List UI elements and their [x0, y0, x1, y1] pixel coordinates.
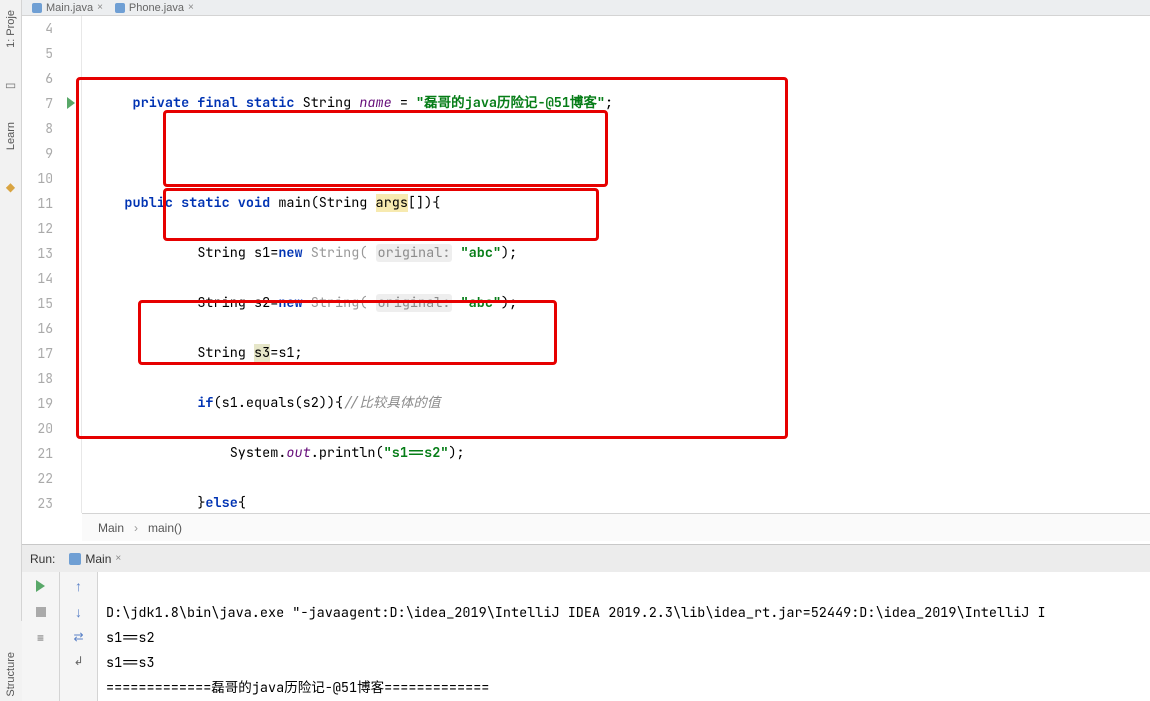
app-icon: [69, 553, 81, 565]
tool-window-learn[interactable]: Learn: [5, 122, 17, 150]
run-gutter-icon[interactable]: [67, 97, 75, 109]
editor-tabs: Main.java × Phone.java ×: [22, 0, 1150, 16]
arrow-up-icon: ↑: [75, 578, 82, 594]
run-tab-label: Main: [85, 552, 111, 566]
code-kw: new: [278, 294, 310, 312]
code-text: System.: [230, 444, 287, 462]
code-kw: private final static: [133, 94, 303, 112]
code-text: =s1;: [270, 344, 302, 362]
code-text: String s2=: [197, 294, 278, 312]
chevron-right-icon: ›: [134, 521, 138, 535]
code-text: String: [197, 344, 254, 362]
code-text: (s1.equals(s2)){: [214, 394, 344, 412]
run-actions-primary: ≡: [22, 572, 60, 701]
learn-icon: ◆: [6, 180, 15, 194]
code-text: {: [238, 494, 246, 512]
run-label: Run:: [30, 552, 55, 566]
editor-body[interactable]: private final static String name = "磊哥的j…: [82, 16, 1150, 513]
java-file-icon: [115, 3, 125, 13]
code-kw: else: [205, 494, 237, 512]
layout-button[interactable]: ≡: [33, 630, 49, 646]
console-line: s1==s2: [106, 629, 155, 647]
rerun-button[interactable]: [33, 578, 49, 594]
console-line: s1==s3: [106, 654, 155, 672]
breadcrumb[interactable]: Main › main(): [82, 513, 1150, 541]
stop-icon: [36, 607, 46, 617]
run-tool-window-header: Run: Main ×: [22, 544, 1150, 572]
tool-window-structure[interactable]: Structure: [5, 652, 17, 697]
soft-wrap-button[interactable]: ↲: [73, 654, 83, 668]
code-string: "abc": [461, 294, 502, 312]
code-text: );: [501, 244, 517, 262]
tab-label: Main.java: [46, 1, 93, 15]
arrow-down-icon: ↓: [75, 604, 82, 620]
code-field: name: [359, 94, 391, 112]
run-tool-window: ≡ ↑ ↓ ⇄ ↲ D:\jdk1.8\bin\java.exe "-javaa…: [22, 572, 1150, 701]
console-output[interactable]: D:\jdk1.8\bin\java.exe "-javaagent:D:\id…: [98, 572, 1150, 701]
code-field: out: [286, 444, 310, 462]
code-text: String(: [311, 244, 376, 262]
sync-button[interactable]: ⇄: [73, 630, 83, 644]
scroll-up-button[interactable]: ↑: [75, 578, 82, 594]
parameter-hint: original:: [376, 294, 453, 312]
console-line: D:\jdk1.8\bin\java.exe "-javaagent:D:\id…: [106, 604, 1046, 622]
code-text: =: [392, 94, 416, 112]
run-config-tab[interactable]: Main ×: [69, 552, 121, 566]
code-hl: s3: [254, 344, 270, 362]
java-file-icon: [32, 3, 42, 13]
tab-label: Phone.java: [129, 1, 184, 15]
tab-phone-java[interactable]: Phone.java ×: [111, 1, 198, 15]
code-text: []){: [408, 194, 440, 212]
code-text: );: [501, 294, 517, 312]
sync-icon: ⇄: [73, 630, 83, 644]
code-kw: new: [278, 244, 310, 262]
code-text: String: [303, 94, 360, 112]
code-text: main(String: [278, 194, 375, 212]
code-comment: //比较具体的值: [343, 394, 440, 412]
code-text: String(: [311, 294, 376, 312]
code-kw: public static void: [124, 194, 278, 212]
scroll-down-button[interactable]: ↓: [75, 604, 82, 620]
stop-button[interactable]: [33, 604, 49, 620]
close-icon[interactable]: ×: [115, 553, 121, 564]
code-kw: if: [197, 394, 213, 412]
code-text: ;: [605, 94, 613, 112]
wrap-icon: ↲: [73, 654, 83, 668]
tool-window-project[interactable]: 1: Proje: [5, 10, 17, 48]
code-text: .println(: [311, 444, 384, 462]
layout-icon: ≡: [37, 631, 44, 645]
code-text: );: [448, 444, 464, 462]
code-text: String s1=: [197, 244, 278, 262]
code-string: "abc": [461, 244, 502, 262]
parameter-hint: original:: [376, 244, 453, 262]
breadcrumb-method[interactable]: main(): [148, 521, 182, 535]
tab-main-java[interactable]: Main.java ×: [28, 1, 107, 15]
folder-icon: ▭: [5, 78, 16, 92]
console-line: =============磊哥的java历险记-@51博客===========…: [106, 679, 489, 697]
close-icon[interactable]: ×: [97, 1, 103, 15]
close-icon[interactable]: ×: [188, 1, 194, 15]
play-icon: [36, 580, 45, 592]
editor-gutter: 4 5 6 7 8 9 10 11 12 13 14 15 16 17 18 1…: [22, 16, 82, 513]
run-actions-secondary: ↑ ↓ ⇄ ↲: [60, 572, 98, 701]
code-hl: args: [376, 194, 408, 212]
side-tool-strip: 1: Proje ▭ Learn ◆: [0, 0, 22, 701]
breadcrumb-class[interactable]: Main: [98, 521, 124, 535]
code-string: "s1==s2": [384, 444, 449, 462]
code-string: "磊哥的java历险记-@51博客": [416, 94, 605, 112]
